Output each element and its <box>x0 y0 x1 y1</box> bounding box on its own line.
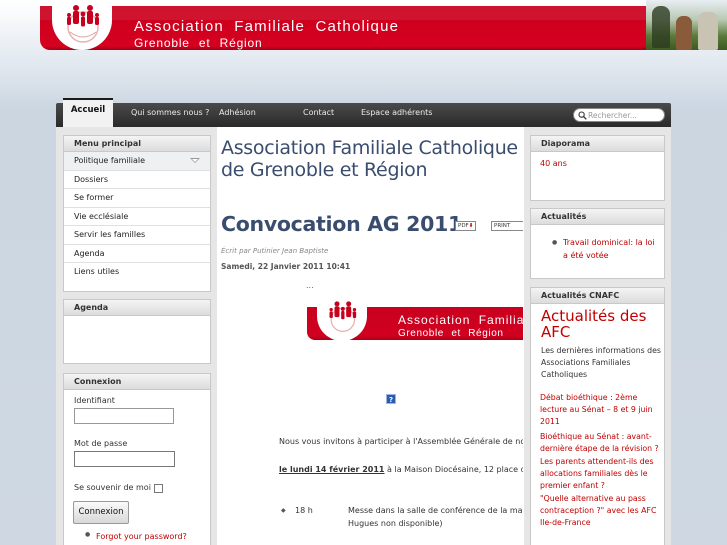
nav-item-adhesion[interactable]: Adhésion <box>219 108 256 117</box>
program-text-line2: Hugues non disponible) <box>348 519 443 528</box>
menu-item-dossiers[interactable]: Dossiers <box>64 171 210 189</box>
remember-me-checkbox[interactable] <box>154 484 163 493</box>
menu-item-politique-familiale[interactable]: Politique familiale <box>64 152 210 171</box>
username-label: Identifiant <box>74 396 115 405</box>
main-menu-module: Menu principal Politique familiale Dossi… <box>63 135 211 292</box>
cnafc-link[interactable]: "Quelle alternative au pass contraceptio… <box>540 493 660 529</box>
forgot-password-link[interactable]: Forgot your password? <box>96 532 187 541</box>
username-field[interactable] <box>74 408 174 424</box>
nav-item-espace-adherents[interactable]: Espace adhérents <box>361 108 432 117</box>
main-menu-title: Menu principal <box>64 136 210 152</box>
article-paragraph-1: Nous vous invitons à participer à l'Asse… <box>279 437 523 446</box>
diaporama-title: Diaporama <box>531 136 664 152</box>
login-title: Connexion <box>64 374 210 390</box>
banner-title-line1: Association Familiale Catholique <box>134 18 400 35</box>
diaporama-link[interactable]: 40 ans <box>540 157 655 170</box>
nav-item-qui-sommes-nous[interactable]: Qui sommes nous ? <box>131 108 209 117</box>
main-menu-list: Politique familiale Dossiers Se former V… <box>64 152 210 282</box>
news-item[interactable]: Travail dominical: la loi a été votée <box>563 236 658 262</box>
program-text-line1: Messe dans la salle de conférence de la … <box>348 506 523 515</box>
cnafc-link[interactable]: Bioéthique au Sénat : avant-dernière éta… <box>540 431 660 455</box>
article-paragraph-2: le lundi 14 février 2011 à la Maison Dio… <box>279 465 523 474</box>
menu-item-servir-les-familles[interactable]: Servir les familles <box>64 226 210 245</box>
cnafc-link[interactable]: Débat bioéthique : 2ème lecture au Sénat… <box>540 392 660 428</box>
password-field[interactable] <box>74 451 175 467</box>
cnafc-description: Les dernières informations des Associati… <box>541 346 661 379</box>
agenda-title: Agenda <box>64 300 210 316</box>
cnafc-link-list: Débat bioéthique : 2ème lecture au Sénat… <box>540 392 660 545</box>
password-label: Mot de passe <box>74 439 128 448</box>
menu-item-se-former[interactable]: Se former <box>64 189 210 208</box>
bullet-icon: ● <box>85 531 91 538</box>
article-body: Nous vous invitons à participer à l'Asse… <box>221 127 523 545</box>
chevron-down-icon[interactable] <box>190 158 200 163</box>
login-button[interactable]: Connexion <box>73 501 129 524</box>
cnafc-module-title: Actualités CNAFC <box>531 288 664 304</box>
meeting-date: le lundi 14 février 2011 <box>279 465 385 474</box>
news-title: Actualités <box>531 209 664 225</box>
menu-item-vie-ecclesiale[interactable]: Vie ecclésiale <box>64 208 210 226</box>
remember-me-label: Se souvenir de moi <box>74 483 151 492</box>
family-logo-icon <box>67 5 99 43</box>
diamond-bullet-icon: ◆ <box>281 507 286 514</box>
meeting-place: à la Maison Diocésaine, 12 place de Lava… <box>387 465 523 474</box>
agenda-module: Agenda <box>63 299 211 364</box>
site-logo[interactable] <box>52 0 112 50</box>
menu-item-label: Politique familiale <box>74 156 146 165</box>
cnafc-heading[interactable]: Actualités des AFC <box>541 308 661 340</box>
program-time: 18 h <box>295 506 313 515</box>
cnafc-link[interactable]: Les parents attendent-ils des allocation… <box>540 456 660 492</box>
banner-title-line2: Grenoble et Région <box>134 36 263 50</box>
top-nav: Accueil Qui sommes nous ? Adhésion Conta… <box>56 98 671 127</box>
nav-home-tab[interactable]: Accueil <box>63 98 113 127</box>
nav-item-contact[interactable]: Contact <box>303 108 334 117</box>
menu-item-agenda[interactable]: Agenda <box>64 245 210 263</box>
search-input[interactable]: Rechercher... <box>573 108 665 122</box>
menu-item-liens-utiles[interactable]: Liens utiles <box>64 263 210 282</box>
banner-photo <box>646 0 727 50</box>
search-icon <box>578 111 587 120</box>
site-banner: Association Familiale Catholique Grenobl… <box>40 0 727 50</box>
search-placeholder: Rechercher... <box>588 110 637 120</box>
